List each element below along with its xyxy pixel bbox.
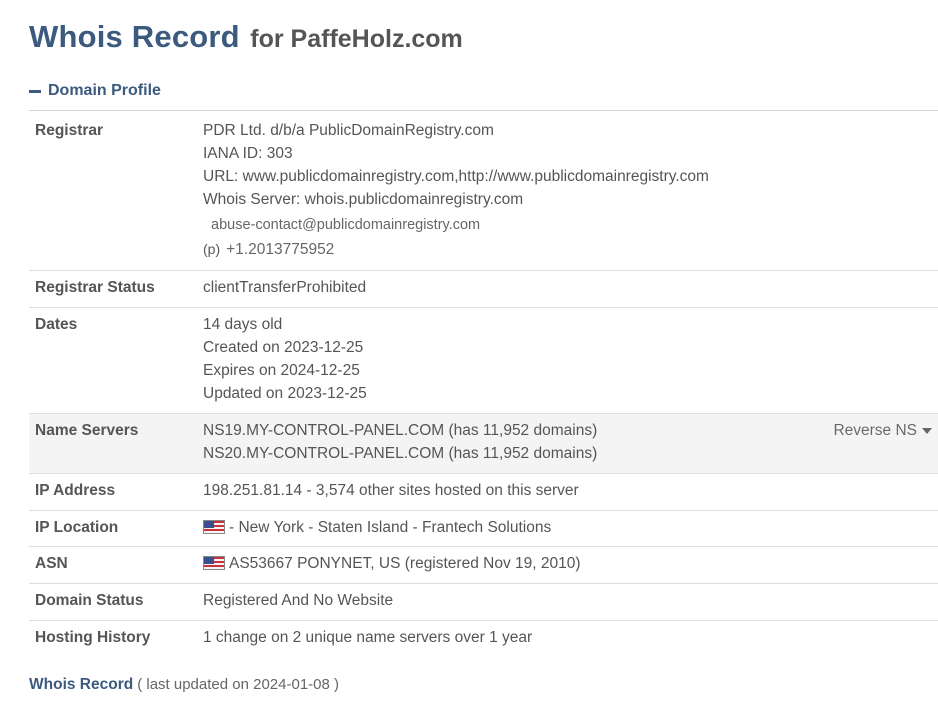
page-title-domain: for PaffeHolz.com [250,25,463,53]
hosting-history-value[interactable]: 1 change on 2 unique name servers over 1… [203,626,938,649]
table-row-domain-status: Domain Status Registered And No Website [29,584,938,621]
table-row-registrar: Registrar PDR Ltd. d/b/a PublicDomainReg… [29,111,938,271]
domain-profile-table: Registrar PDR Ltd. d/b/a PublicDomainReg… [29,110,938,658]
row-label: Dates [35,316,78,333]
caret-down-icon [922,427,932,434]
table-row-hosting-history: Hosting History 1 change on 2 unique nam… [29,621,938,658]
registrar-url: URL: www.publicdomainregistry.com,http:/… [203,168,709,185]
registrar-name: PDR Ltd. d/b/a PublicDomainRegistry.com [203,122,494,139]
row-label: Domain Status [35,592,144,609]
domain-status-value: Registered And No Website [203,592,394,609]
phone-prefix: (p) [203,241,221,257]
ip-location-value: - New York - Staten Island - Frantech So… [229,519,552,536]
registrar-iana: IANA ID: 303 [203,145,293,162]
table-row-dates: Dates 14 days old Created on 2023-12-25 … [29,308,938,414]
row-label: IP Address [35,482,116,499]
table-row-ip-address: IP Address 198.251.81.14 - 3,574 other s… [29,474,938,511]
name-server-2[interactable]: NS20.MY-CONTROL-PANEL.COM (has 11,952 do… [203,442,938,465]
created-date: Created on 2023-12-25 [203,339,364,356]
updated-date: Updated on 2023-12-25 [203,385,367,402]
registrar-status-value: clientTransferProhibited [203,279,367,296]
table-row-ip-location: IP Location - New York - Staten Island -… [29,511,938,547]
table-row-asn: ASN AS53667 PONYNET, US (registered Nov … [29,547,938,584]
us-flag-icon [203,556,225,570]
us-flag-icon [203,520,225,534]
reverse-ns-label: Reverse NS [833,422,917,439]
registrar-abuse-email: abuse-contact@publicdomainregistry.com [211,217,481,233]
row-label: Hosting History [35,629,151,646]
registrar-phone: (p) +1.2013775952 [203,237,938,262]
table-row-name-servers: Name Servers NS19.MY-CONTROL-PANEL.COM (… [29,414,938,474]
row-label: Registrar Status [35,279,155,296]
reverse-ns-dropdown[interactable]: Reverse NS [833,419,932,442]
last-updated-text: ( last updated on 2024-01-08 ) [137,676,340,693]
row-label: Registrar [35,122,104,139]
domain-age: 14 days old [203,316,283,333]
asn-value: AS53667 PONYNET, US (registered Nov 19, … [229,555,581,572]
ip-address-value[interactable]: 198.251.81.14 - 3,574 other sites hosted… [203,479,938,502]
registrar-whois-server: Whois Server: whois.publicdomainregistry… [203,191,524,208]
phone-number: +1.2013775952 [226,241,335,258]
domain-profile-toggle[interactable]: Domain Profile [29,80,161,102]
collapse-minus-icon [29,89,41,93]
table-row-registrar-status: Registrar Status clientTransferProhibite… [29,271,938,308]
page-title: Whois Record for PaffeHolz.com [29,19,463,55]
row-label: ASN [35,555,68,572]
whois-record-link[interactable]: Whois Record [29,676,133,693]
page-title-main: Whois Record [29,19,240,54]
domain-profile-label: Domain Profile [48,82,161,99]
row-label: Name Servers [35,422,139,439]
expires-date: Expires on 2024-12-25 [203,362,360,379]
row-label: IP Location [35,519,119,536]
name-server-1[interactable]: NS19.MY-CONTROL-PANEL.COM (has 11,952 do… [203,419,938,442]
whois-record-footer: Whois Record( last updated on 2024-01-08… [29,676,339,694]
